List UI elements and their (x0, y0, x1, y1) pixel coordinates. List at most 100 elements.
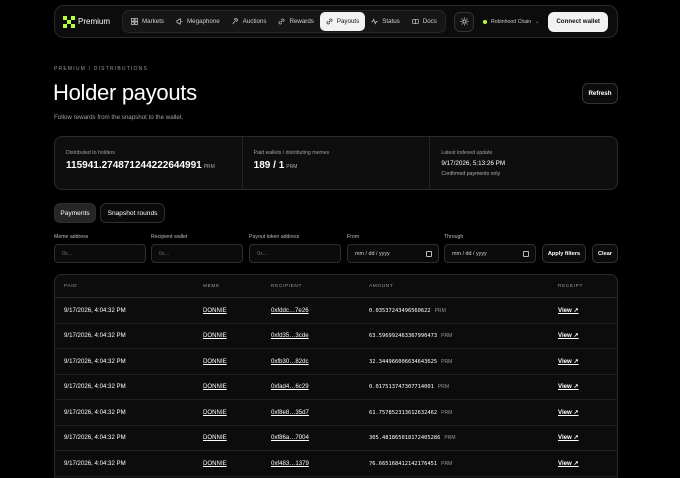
amount-value: 0.03537243496560622 (369, 307, 431, 314)
stat-indexed-value: 9/17/2026, 5:13:26 PM (441, 160, 506, 167)
distributed-unit: PRM (203, 164, 215, 170)
receipt-view-link[interactable]: View ↗ (558, 409, 579, 416)
table-row: 9/17/2026, 4:04:32 PM DONNIE 0xfddc…7e26… (55, 298, 617, 324)
theme-toggle-button[interactable] (454, 11, 475, 32)
from-date-label: From (347, 234, 360, 240)
stat-distributed-label: Distributed to holders (66, 150, 116, 156)
amount-value: 61.757852313612632462 (369, 409, 438, 416)
nav-markets[interactable]: Markets (125, 12, 170, 31)
nav-megaphone-label: Megaphone (187, 18, 220, 25)
amount-cell: 32.344966006634643625 PRM (369, 358, 452, 365)
amount-value: 63.596992463367990473 (369, 333, 438, 340)
header-amount: AMOUNT (369, 283, 394, 289)
recipient-link[interactable]: 0xfddc…7e26 (271, 307, 309, 314)
stat-indexed-label: Latest indexed update (441, 150, 493, 156)
paid-cell: 9/17/2026, 4:04:32 PM (64, 383, 126, 391)
clear-button[interactable]: Clear (592, 244, 618, 263)
amount-unit: PRM (441, 409, 453, 416)
meme-address-input[interactable]: 0x... (54, 244, 146, 263)
nav-right: Robinhood Chain ⌄ Connect wallet (454, 11, 608, 32)
amount-unit: PRM (444, 435, 456, 442)
amount-cell: 61.757852313612632462 PRM (369, 409, 452, 416)
table-row: 9/17/2026, 4:04:32 PM DONNIE 0xf8e8…35d7… (55, 400, 617, 426)
nav-rewards-label: Rewards (289, 18, 314, 25)
tab-snapshot-rounds[interactable]: Snapshot rounds (100, 203, 165, 223)
paid-cell: 9/17/2026, 4:04:32 PM (64, 357, 126, 365)
calendar-icon[interactable] (523, 250, 529, 257)
doc-icon (412, 18, 419, 25)
paid-cell: 9/17/2026, 4:04:32 PM (64, 408, 126, 416)
from-date-value: mm / dd / yyyy (355, 250, 390, 257)
nav-rewards[interactable]: Rewards (272, 12, 319, 31)
gavel-icon (232, 18, 239, 25)
nav-megaphone[interactable]: Megaphone (170, 12, 226, 31)
recipient-link[interactable]: 0xf8e8…35d7 (271, 409, 309, 416)
calendar-icon[interactable] (426, 250, 432, 257)
connect-wallet-button[interactable]: Connect wallet (548, 11, 608, 32)
table-row: 9/17/2026, 4:04:32 PM DONNIE 0xfd35…3cde… (55, 324, 617, 349)
nav-payouts-label: Payouts (336, 18, 360, 25)
table-header: PAID MEME RECIPIENT AMOUNT RECEIPT (55, 275, 617, 298)
amount-unit: PRM (441, 358, 453, 365)
table-row: 9/17/2026, 4:04:32 PM DONNIE 0xfad4…6c29… (55, 375, 617, 400)
through-date-input[interactable]: mm / dd / yyyy (444, 244, 536, 263)
amount-unit: PRM (441, 460, 453, 467)
page-title: Holder payouts (53, 80, 197, 105)
through-date-label: Through (444, 234, 464, 240)
stats-panel: Distributed to holders 115941.2748712442… (54, 136, 618, 190)
recipient-link[interactable]: 0xf483…1379 (271, 460, 309, 467)
receipt-view-link[interactable]: View ↗ (558, 434, 579, 441)
amount-cell: 76.665168412142176451 PRM (369, 460, 452, 467)
nav-auctions-label: Auctions (242, 18, 267, 25)
meme-link[interactable]: DONNIE (203, 409, 227, 416)
stat-indexed: Latest indexed update 9/17/2026, 5:13:26… (430, 137, 617, 189)
amount-value: 32.344966006634643625 (369, 358, 438, 365)
brand[interactable]: Premium (63, 15, 121, 28)
recipient-wallet-input[interactable]: 0x... (151, 244, 243, 263)
wallets-count: 189 / 1 (253, 160, 285, 171)
meme-link[interactable]: DONNIE (203, 460, 227, 467)
tab-payments[interactable]: Payments (54, 203, 96, 223)
brand-name: Premium (78, 17, 111, 26)
apply-filters-button[interactable]: Apply filters (542, 244, 586, 263)
amount-value: 76.665168412142176451 (369, 460, 438, 467)
nav-docs[interactable]: Docs (406, 12, 443, 31)
table-row: 9/17/2026, 4:04:32 PM DONNIE 0xfb30…82dc… (55, 349, 617, 375)
meme-link[interactable]: DONNIE (203, 358, 227, 365)
meme-link[interactable]: DONNIE (203, 434, 227, 441)
receipt-view-link[interactable]: View ↗ (558, 358, 579, 365)
page-subtitle: Follow rewards from the snapshot to the … (54, 114, 184, 121)
nav-status[interactable]: Status (365, 12, 406, 31)
distributed-amount: 115941.274871244222644991 (66, 160, 202, 171)
wallets-unit: PRM (286, 164, 298, 170)
recipient-link[interactable]: 0xfd35…3cde (271, 332, 309, 339)
from-date-input[interactable]: mm / dd / yyyy (347, 244, 439, 263)
sun-icon (459, 17, 469, 26)
table-row: 9/17/2026, 4:04:32 PM DONNIE 0xf86a…7004… (55, 426, 617, 451)
amount-value: 305.481865018172405286 (369, 435, 441, 442)
logo-icon (63, 15, 75, 28)
nav-payouts[interactable]: Payouts (319, 12, 366, 31)
meme-link[interactable]: DONNIE (203, 383, 227, 390)
recipient-link[interactable]: 0xf86a…7004 (271, 434, 309, 441)
receipt-view-link[interactable]: View ↗ (558, 383, 579, 390)
meme-link[interactable]: DONNIE (203, 332, 227, 339)
receipt-view-link[interactable]: View ↗ (558, 307, 579, 314)
recipient-link[interactable]: 0xfb30…82dc (271, 358, 309, 365)
payout-token-label: Payout token address (249, 234, 300, 240)
nav-auctions[interactable]: Auctions (226, 12, 273, 31)
receipt-view-link[interactable]: View ↗ (558, 332, 579, 339)
paid-cell: 9/17/2026, 4:04:32 PM (64, 332, 126, 340)
paid-cell: 9/17/2026, 4:04:32 PM (64, 434, 126, 442)
refresh-button[interactable]: Refresh (582, 83, 618, 104)
header-paid: PAID (64, 283, 78, 289)
chain-selector[interactable]: Robinhood Chain ⌄ (477, 12, 545, 32)
link-icon (326, 18, 333, 25)
grid-icon (131, 18, 138, 25)
payout-token-input[interactable]: 0x... (249, 244, 341, 263)
receipt-view-link[interactable]: View ↗ (558, 460, 579, 467)
chain-status-dot (483, 19, 488, 24)
recipient-link[interactable]: 0xfad4…6c29 (271, 383, 309, 390)
meme-link[interactable]: DONNIE (203, 307, 227, 314)
amount-cell: 63.596992463367990473 PRM (369, 332, 452, 339)
